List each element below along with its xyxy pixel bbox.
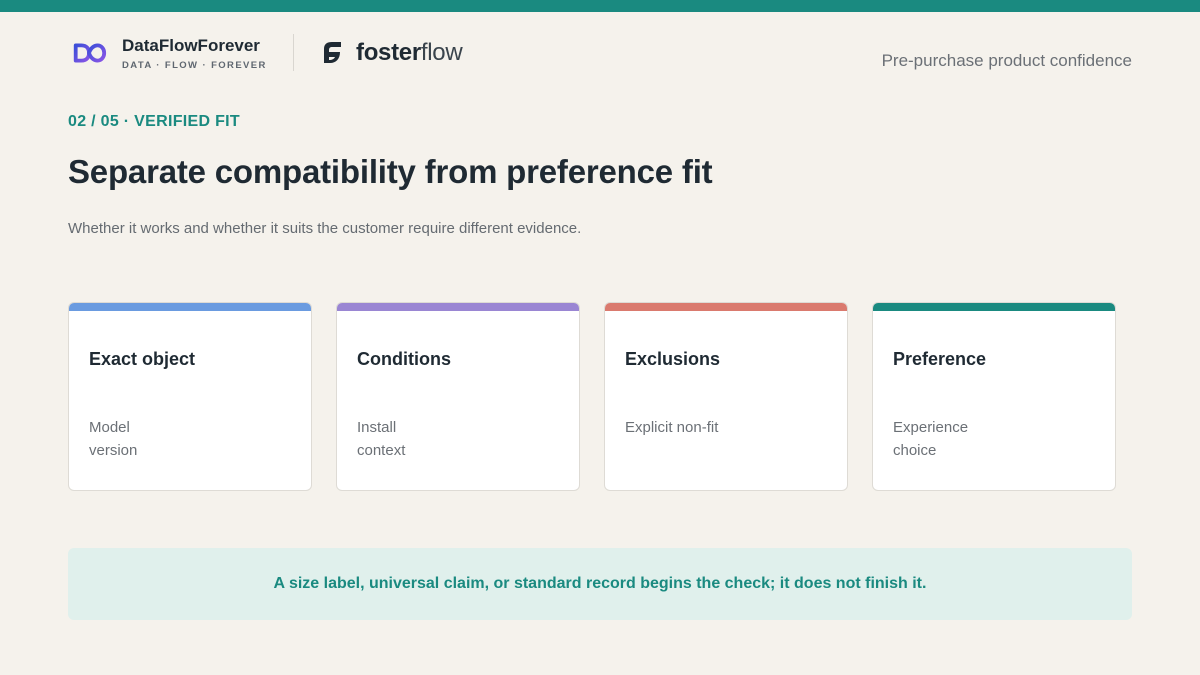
partner-logo: fosterflow <box>318 39 463 67</box>
card-accent-bar <box>337 303 579 311</box>
card-exclusions: Exclusions Explicit non-fit <box>604 302 848 491</box>
fosterflow-leaf-icon <box>324 42 341 63</box>
slide-kicker: 02 / 05 · VERIFIED FIT <box>68 113 240 130</box>
header-divider <box>293 34 294 71</box>
partner-name: fosterflow <box>356 39 463 67</box>
card-conditions: Conditions Install context <box>336 302 580 491</box>
top-accent-bar <box>0 0 1200 12</box>
card-accent-bar <box>605 303 847 311</box>
card-line: Model <box>89 419 130 436</box>
card-accent-bar <box>69 303 311 311</box>
card-title: Exact object <box>89 349 196 369</box>
infinity-logo-icon <box>73 43 107 63</box>
callout-text: A size label, universal claim, or standa… <box>273 575 927 592</box>
card-line: Experience <box>893 419 969 436</box>
partner-name-light: flow <box>420 39 463 66</box>
header-tagline: Pre-purchase product confidence <box>881 51 1132 70</box>
card-line: Install <box>357 419 397 436</box>
card-body: Explicit non-fit <box>625 416 718 439</box>
card-title: Exclusions <box>625 349 721 369</box>
card-accent-bar <box>873 303 1115 311</box>
card-title: Conditions <box>357 349 451 369</box>
card-line: choice <box>893 442 937 459</box>
brand: DataFlowForever DATA · FLOW · FOREVER <box>70 34 267 72</box>
card-body: Install context <box>357 416 405 462</box>
card-preference: Preference Experience choice <box>872 302 1116 491</box>
card-line: Explicit non-fit <box>625 419 719 436</box>
slide-subtitle: Whether it works and whether it suits th… <box>68 220 582 237</box>
card-exact-object: Exact object Model version <box>68 302 312 491</box>
partner-name-bold: foster <box>356 39 421 66</box>
slide-title: Separate compatibility from preference f… <box>68 153 713 190</box>
card-row: Exact object Model version Conditions In… <box>68 302 1116 491</box>
header: DataFlowForever DATA · FLOW · FOREVER fo… <box>70 34 1132 74</box>
card-line: version <box>89 442 138 459</box>
card-line: context <box>357 442 406 459</box>
callout-box: A size label, universal claim, or standa… <box>68 548 1132 620</box>
card-body: Experience choice <box>893 416 968 462</box>
card-body: Model version <box>89 416 137 462</box>
brand-tagline: DATA · FLOW · FOREVER <box>122 59 267 71</box>
brand-name: DataFlowForever <box>122 35 260 55</box>
card-title: Preference <box>893 349 987 369</box>
